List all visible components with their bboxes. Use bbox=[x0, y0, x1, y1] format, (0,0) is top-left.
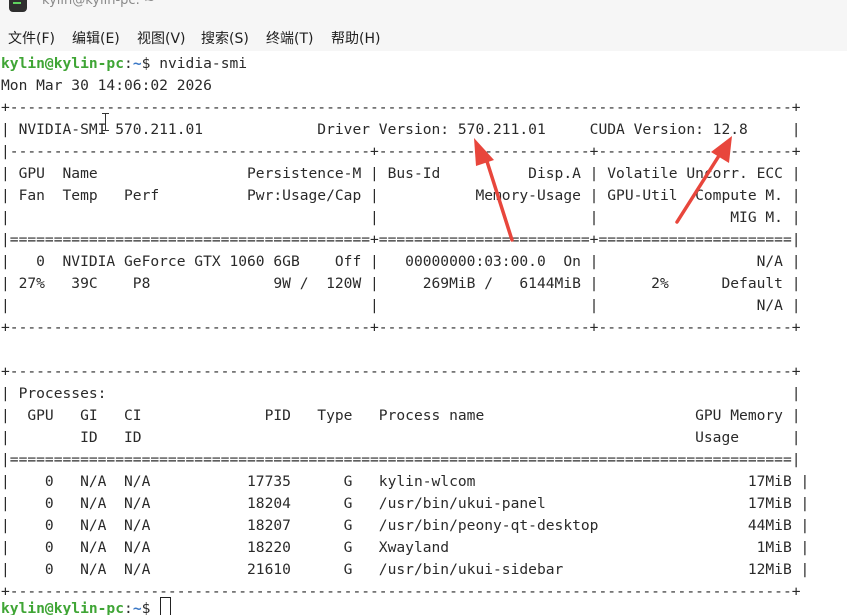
terminal-output-line: | | | N/A | bbox=[1, 297, 801, 314]
terminal-output-line: | 27% 39C P8 9W / 120W | 269MiB / 6144Mi… bbox=[1, 275, 801, 292]
terminal-output-line: | | | MIG M. | bbox=[1, 209, 801, 226]
text-cursor-ibeam-icon bbox=[101, 113, 110, 131]
terminal-output-line: | GPU GI CI PID Type Process name GPU Me… bbox=[1, 407, 801, 424]
terminal-output-line: | GPU Name Persistence-M | Bus-Id Disp.A… bbox=[1, 165, 801, 182]
terminal-output-line: |=======================================… bbox=[1, 451, 801, 468]
final-prompt-line[interactable]: kylin@kylin-pc:~$ bbox=[1, 597, 172, 615]
terminal-output-line: | Processes: | bbox=[1, 385, 801, 402]
terminal-output-line: | 0 N/A N/A 21610 G /usr/bin/ukui-sideba… bbox=[1, 561, 810, 578]
terminal-output-line: | NVIDIA-SMI 570.211.01 Driver Version: … bbox=[1, 121, 801, 138]
terminal-output-line: | 0 N/A N/A 18204 G /usr/bin/ukui-panel … bbox=[1, 495, 810, 512]
terminal-output-line: |---------------------------------------… bbox=[1, 143, 801, 160]
terminal-output-line: | 0 N/A N/A 18220 G Xwayland 1MiB | bbox=[1, 539, 810, 556]
command-prompt-line: kylin@kylin-pc:~$ nvidia-smi bbox=[1, 55, 248, 72]
terminal-output-line: | 0 NVIDIA GeForce GTX 1060 6GB Off | 00… bbox=[1, 253, 801, 270]
terminal-output-line: | Fan Temp Perf Pwr:Usage/Cap | Memory-U… bbox=[1, 187, 801, 204]
menu-file[interactable]: 文件(F) bbox=[8, 28, 55, 48]
window-title: kylin@kylin-pc: ~ bbox=[42, 0, 155, 8]
text-cursor bbox=[160, 597, 172, 615]
terminal-output-line: +---------------------------------------… bbox=[1, 319, 801, 336]
menu-view[interactable]: 视图(V) bbox=[137, 28, 186, 48]
menu-terminal[interactable]: 终端(T) bbox=[266, 28, 313, 48]
prompt-user: kylin@kylin-pc bbox=[1, 55, 125, 72]
terminal-output-line: | ID ID Usage | bbox=[1, 429, 801, 446]
menu-edit[interactable]: 编辑(E) bbox=[72, 28, 120, 48]
terminal-output-line: +---------------------------------------… bbox=[1, 99, 801, 116]
terminal-output-line: | 0 N/A N/A 18207 G /usr/bin/peony-qt-de… bbox=[1, 517, 810, 534]
final-prompt-symbol: $ bbox=[141, 600, 160, 615]
menu-search[interactable]: 搜索(S) bbox=[201, 28, 249, 48]
prompt-path: ~ bbox=[132, 55, 142, 72]
command-text: nvidia-smi bbox=[150, 55, 248, 72]
terminal-area[interactable]: kylin@kylin-pc:~$ nvidia-smi Mon Mar 30 … bbox=[0, 53, 847, 615]
window-titlebar[interactable]: kylin@kylin-pc: ~ bbox=[0, 0, 847, 22]
menu-help[interactable]: 帮助(H) bbox=[331, 28, 380, 48]
terminal-output-line: Mon Mar 30 14:06:02 2026 bbox=[1, 77, 212, 94]
terminal-output-line: |=======================================… bbox=[1, 231, 801, 248]
final-prompt-path: ~ bbox=[132, 600, 142, 615]
terminal-output-line: +---------------------------------------… bbox=[1, 363, 801, 380]
menu-bar: 文件(F) 编辑(E) 视图(V) 搜索(S) 终端(T) 帮助(H) bbox=[0, 22, 847, 51]
final-prompt-user: kylin@kylin-pc bbox=[1, 600, 125, 615]
terminal-app-icon bbox=[9, 0, 27, 12]
terminal-output-line: | 0 N/A N/A 17735 G kylin-wlcom 17MiB | bbox=[1, 473, 810, 490]
